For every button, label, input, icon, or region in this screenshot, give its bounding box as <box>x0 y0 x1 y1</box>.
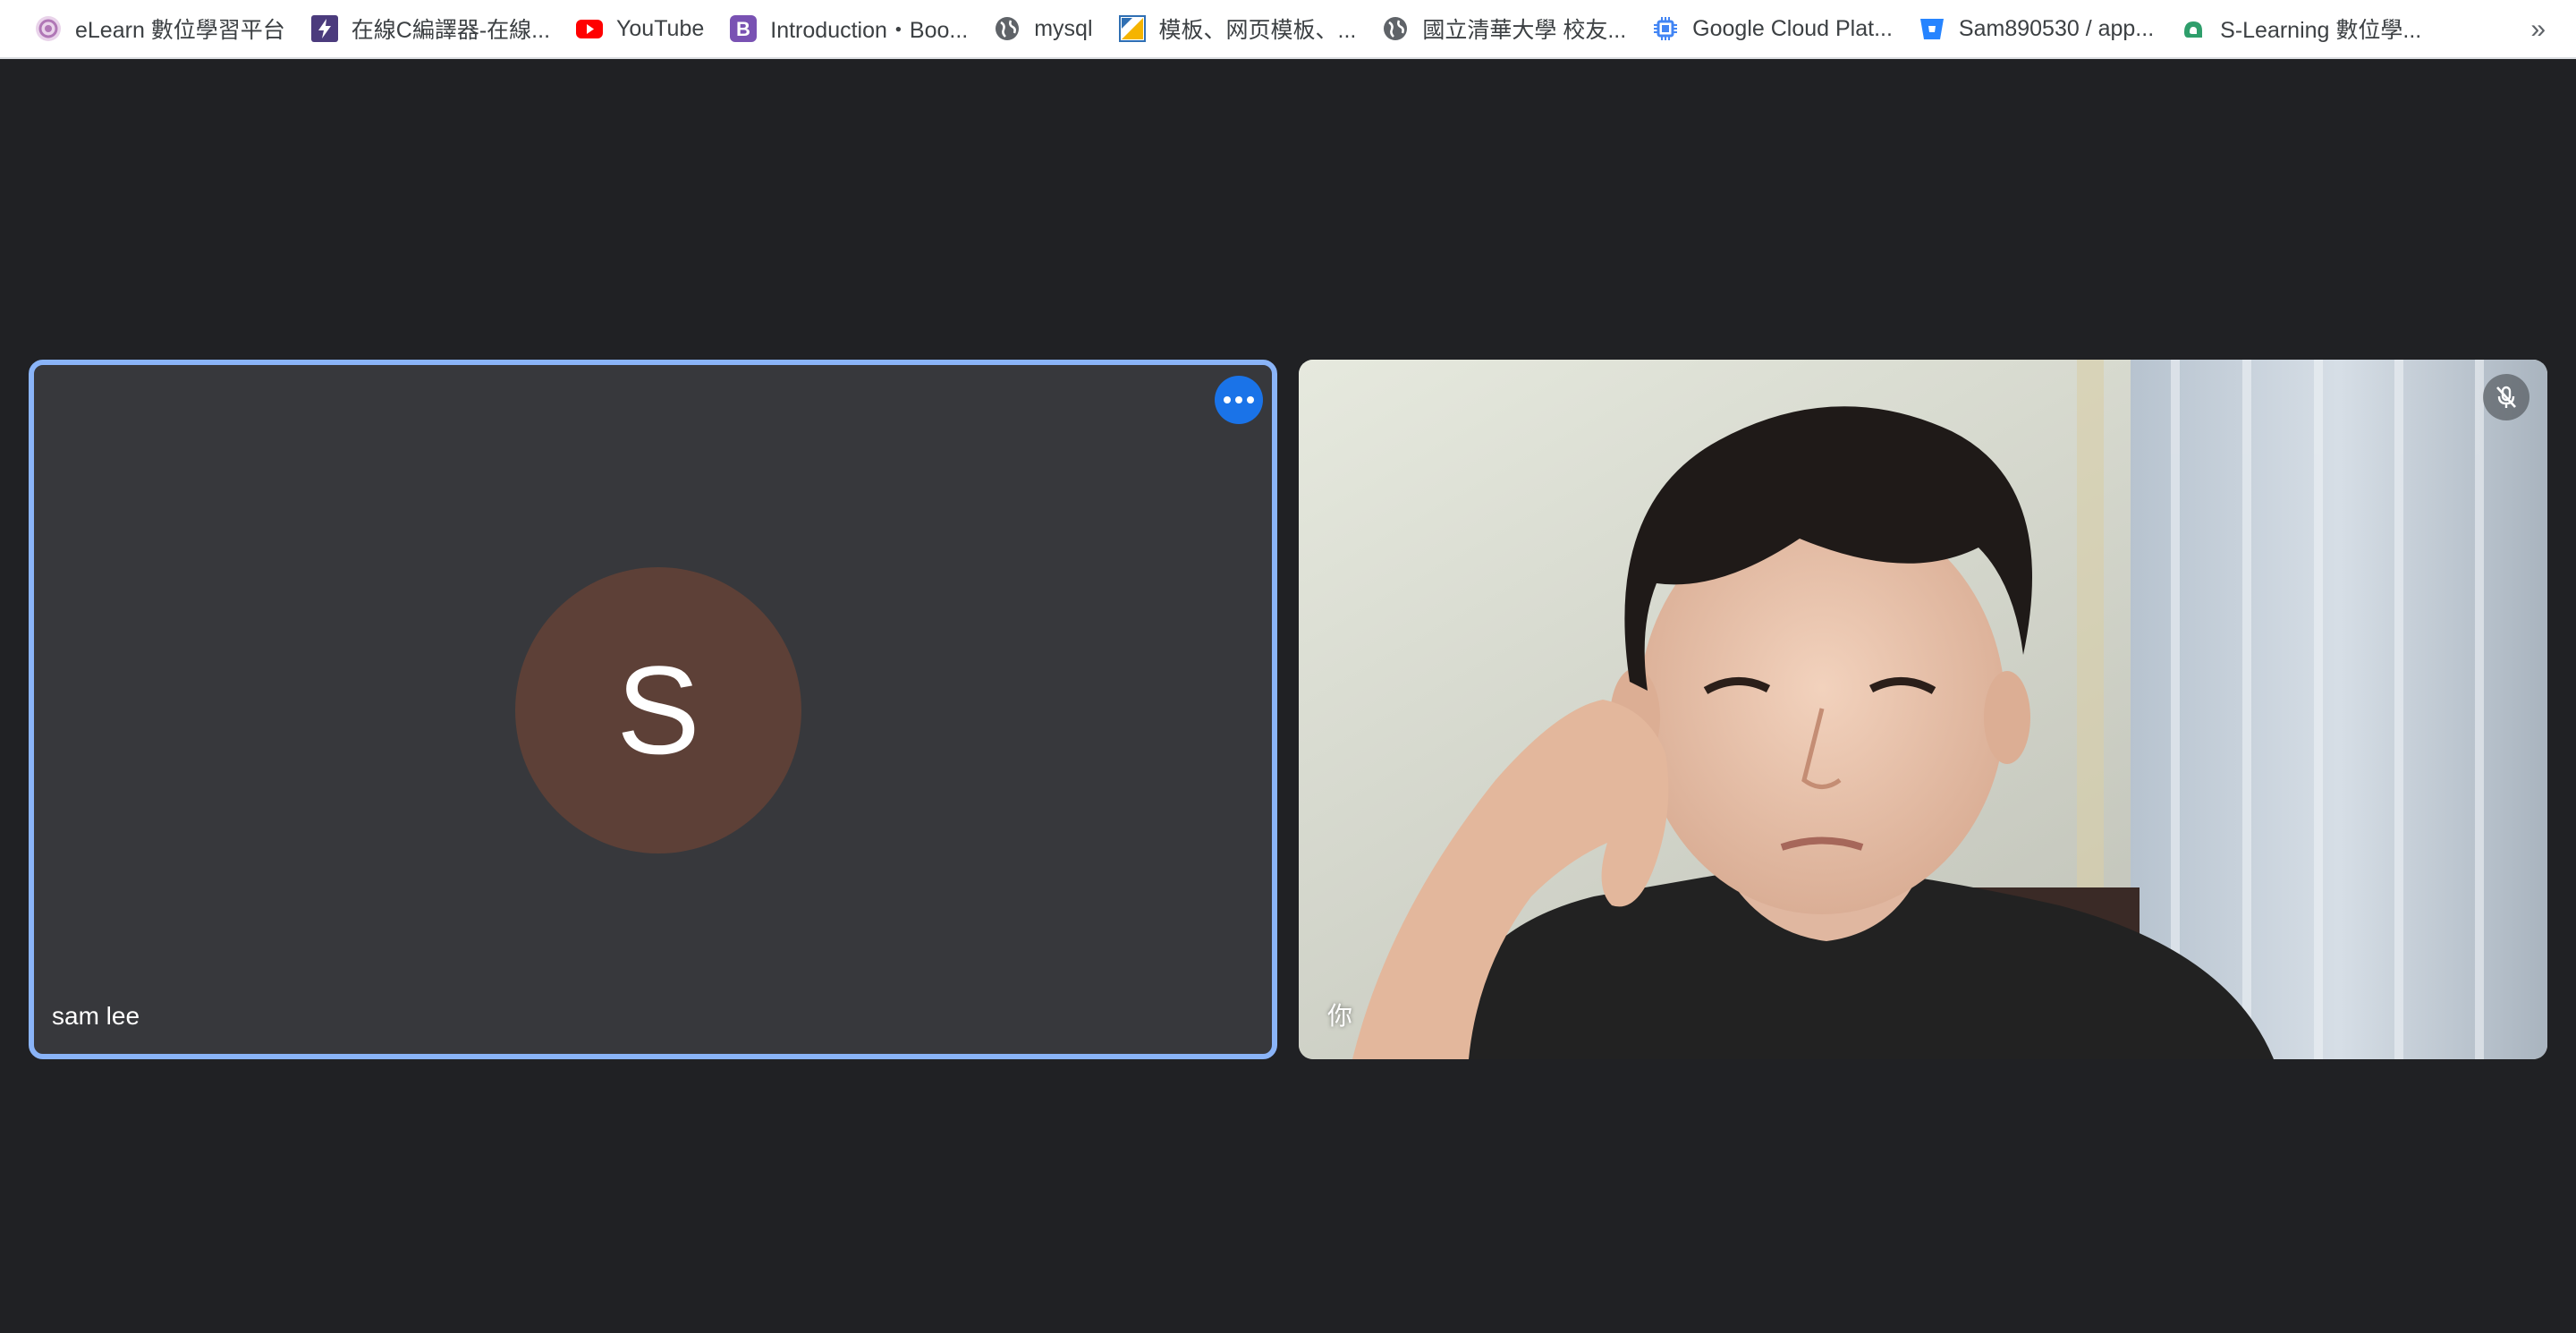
bookmark-bitbucket[interactable]: Sam890530 / app... <box>1905 6 2166 51</box>
bookmarks-overflow-button[interactable]: » <box>2530 7 2546 52</box>
participant-tile-remote[interactable]: S sam lee <box>29 360 1277 1059</box>
bookmark-google-cloud[interactable]: Google Cloud Plat... <box>1639 6 1905 51</box>
bookmark-label: Google Cloud Plat... <box>1692 15 1893 41</box>
bookmark-label: 在線C編譯器-在線... <box>351 18 551 43</box>
globe-icon <box>993 14 1021 43</box>
bookmark-slearning[interactable]: S-Learning 數位學... <box>2166 6 2434 51</box>
bookmark-bootstrap[interactable]: B Introduction・Boo... <box>716 6 980 51</box>
bookmarks-list: eLearn 數位學習平台 在線C編譯器-在線... YouTube B Int… <box>21 6 2434 51</box>
participant-tile-self[interactable]: 你 <box>1299 360 2547 1059</box>
bookmark-nthu[interactable]: 國立清華大學 校友... <box>1368 6 1639 51</box>
bookmark-label: mysql <box>1034 15 1093 41</box>
dot-icon <box>1247 396 1254 403</box>
avatar: S <box>515 567 801 853</box>
bookmark-label: eLearn 數位學習平台 <box>75 18 285 43</box>
bookmark-label: S-Learning 數位學... <box>2220 18 2422 43</box>
bookmarks-bar: eLearn 數位學習平台 在線C編譯器-在線... YouTube B Int… <box>0 0 2576 59</box>
dot-icon <box>1235 396 1242 403</box>
bookmark-label: 國立清華大學 校友... <box>1422 18 1627 43</box>
bookmark-label: Introduction・Boo... <box>770 18 969 43</box>
bookmark-mysql[interactable]: mysql <box>980 6 1105 51</box>
bolt-icon <box>310 14 339 43</box>
slearning-icon <box>2179 14 2207 43</box>
more-options-button[interactable] <box>1215 376 1263 424</box>
google-cloud-icon <box>1651 14 1680 43</box>
participant-name-self: 你 <box>1327 1002 1353 1030</box>
dot-icon <box>1224 396 1231 403</box>
mic-muted-icon <box>2483 374 2529 420</box>
participant-name: sam lee <box>52 1002 140 1030</box>
svg-text:B: B <box>736 18 750 40</box>
bookmark-label: Sam890530 / app... <box>1958 15 2155 41</box>
bookmark-label: 模板、网页模板、... <box>1158 18 1357 43</box>
bitbucket-icon <box>1918 14 1946 43</box>
bookmark-c-compiler[interactable]: 在線C編譯器-在線... <box>298 6 563 51</box>
bookmark-youtube[interactable]: YouTube <box>563 6 716 51</box>
globe-icon <box>1381 14 1410 43</box>
youtube-icon <box>575 14 604 43</box>
self-video-feed <box>1299 360 2547 1059</box>
bookmark-templates[interactable]: 模板、网页模板、... <box>1106 6 1369 51</box>
bookmark-elearn[interactable]: eLearn 數位學習平台 <box>21 6 298 51</box>
bookmark-label: YouTube <box>616 15 705 41</box>
bootstrap-icon: B <box>729 14 758 43</box>
elearn-icon <box>34 14 63 43</box>
template-icon <box>1118 14 1147 43</box>
